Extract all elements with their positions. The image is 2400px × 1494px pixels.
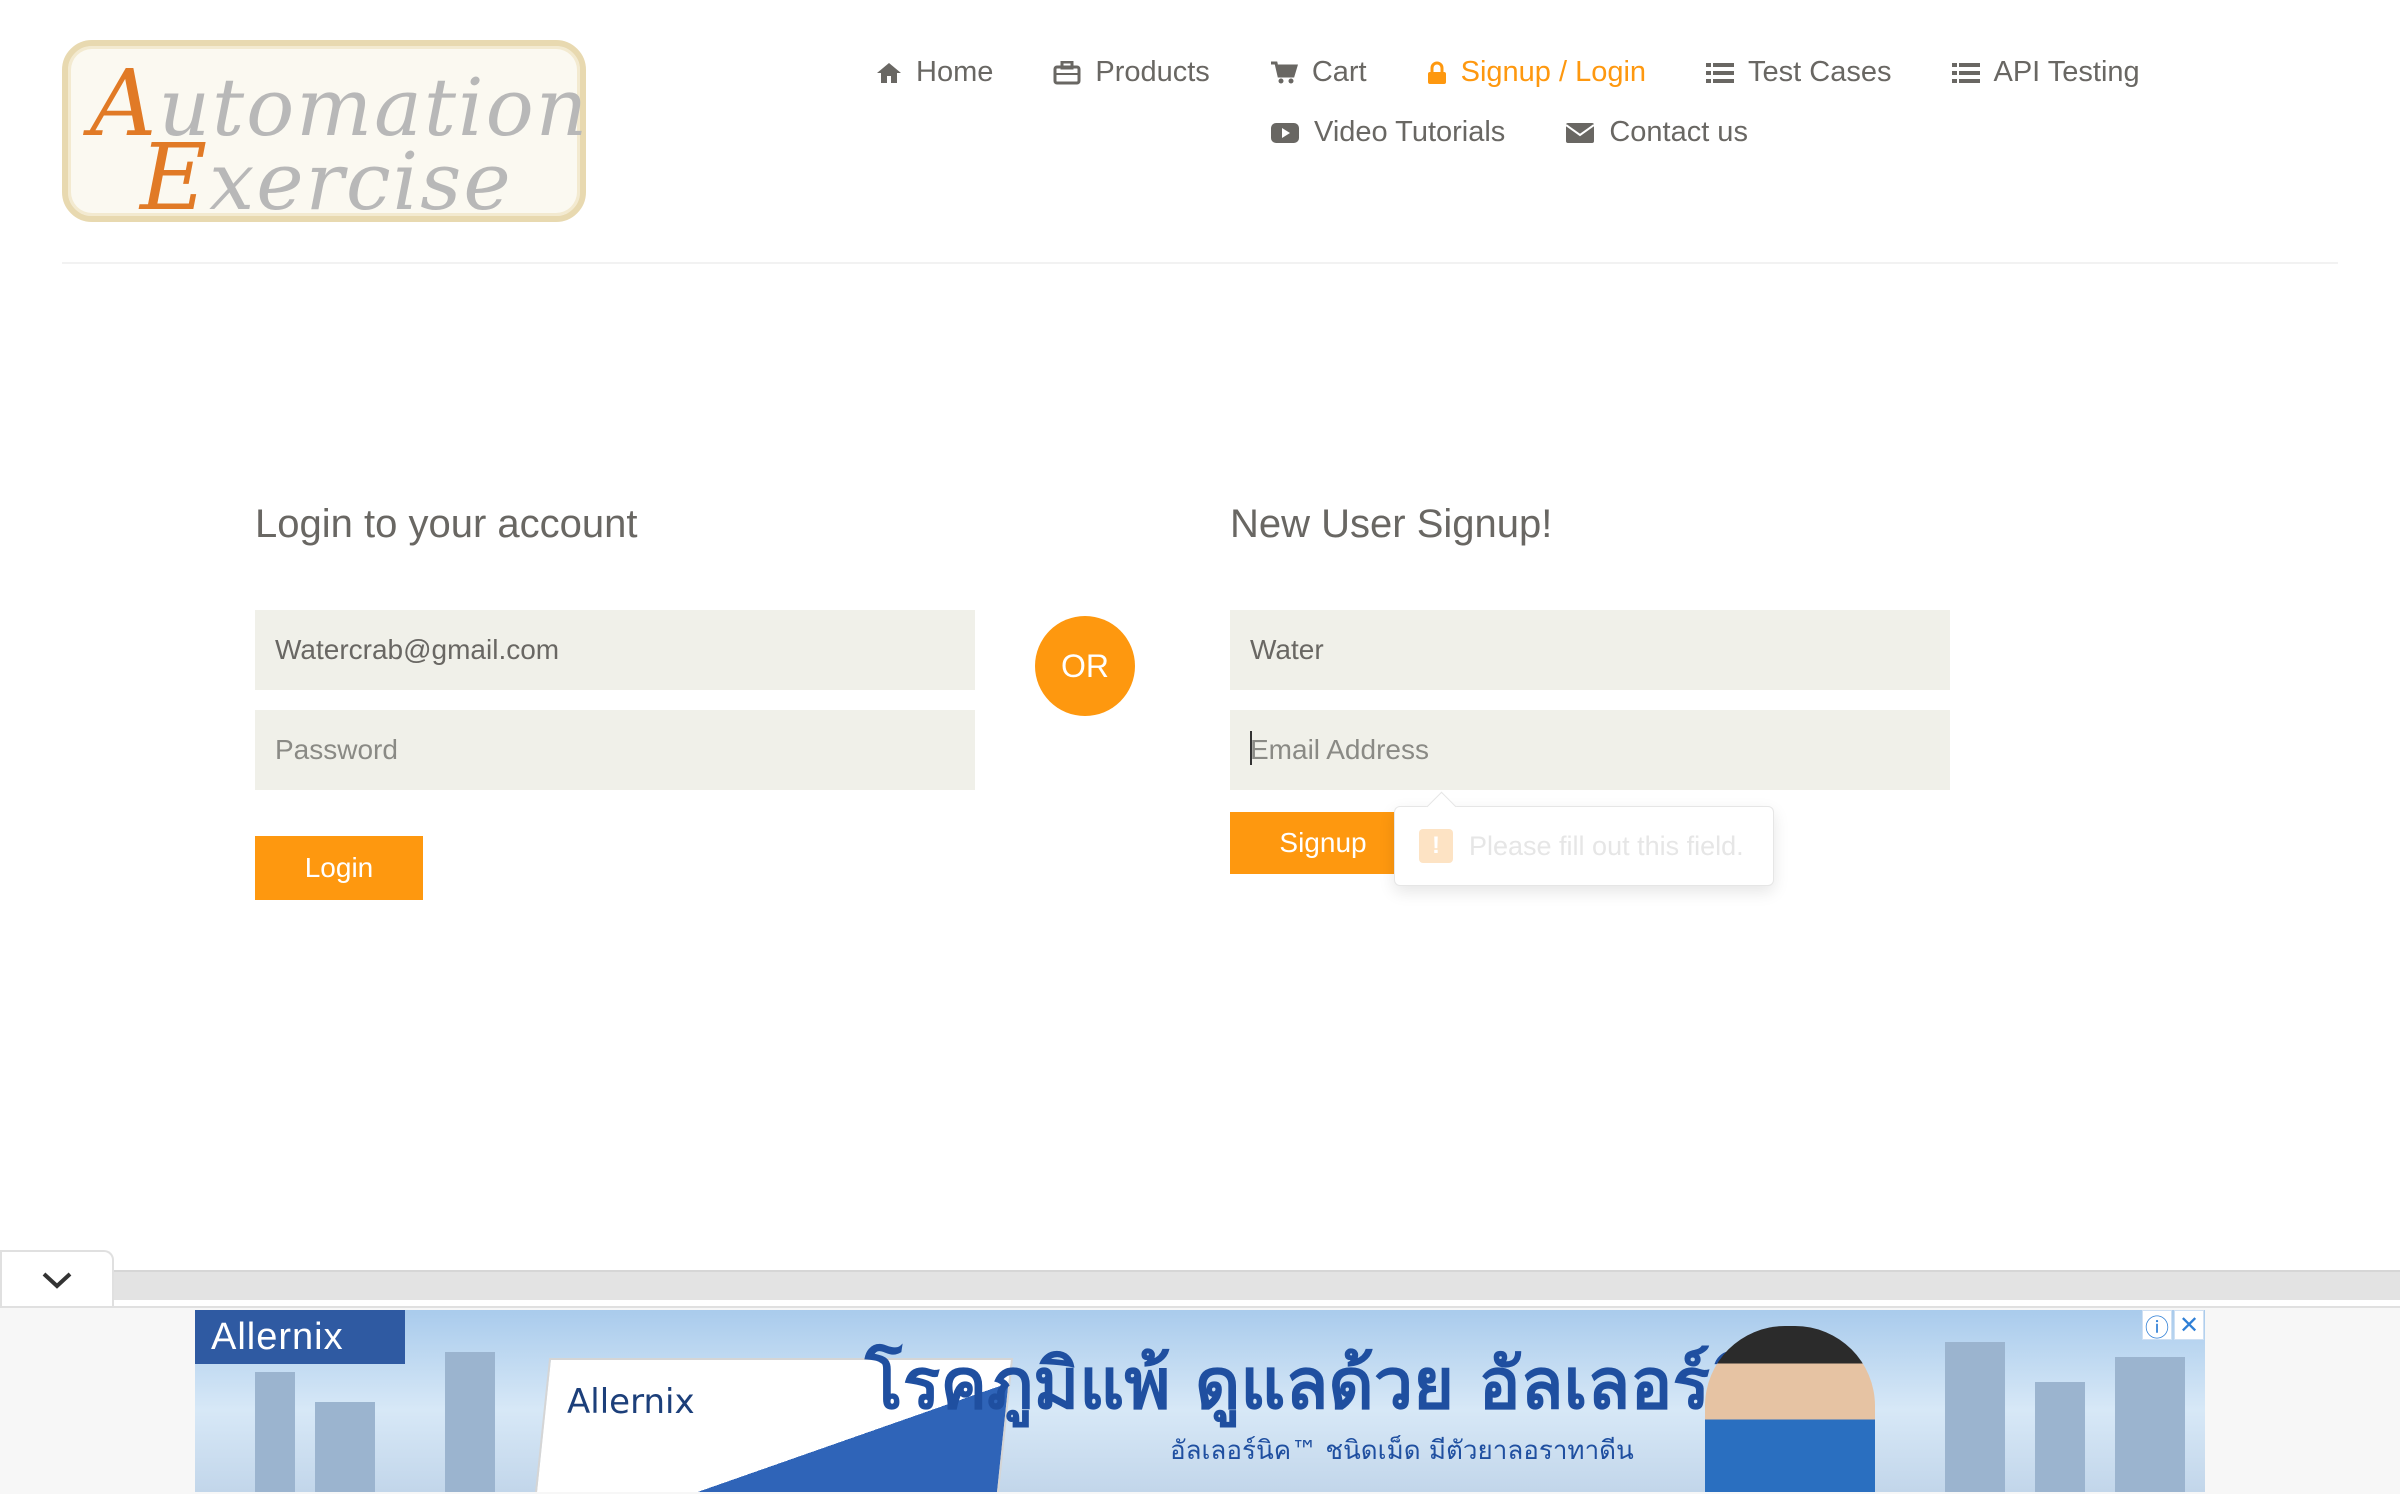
warning-icon: ! [1419, 829, 1453, 863]
ad-brand-label: Allernix [195, 1310, 405, 1364]
nav-products[interactable]: Products [1053, 56, 1210, 89]
nav-cart-label: Cart [1311, 56, 1367, 88]
ad-info-icon[interactable]: ⓘ [2142, 1310, 2172, 1342]
nav-contact-us-label: Contact us [1609, 116, 1748, 148]
validation-message: Please fill out this field. [1469, 830, 1744, 861]
signup-name-input[interactable] [1230, 610, 1950, 690]
ad-controls: ⓘ ✕ [2140, 1310, 2204, 1342]
nav-api-testing[interactable]: API Testing [1951, 56, 2140, 89]
envelope-icon [1565, 122, 1595, 143]
text-cursor [1250, 731, 1252, 765]
login-button[interactable]: Login [255, 836, 423, 900]
ad-product-name: Allernix [567, 1382, 695, 1422]
signup-button[interactable]: Signup [1230, 812, 1416, 874]
header-divider [62, 262, 2338, 264]
nav-row-2: Video Tutorials Contact us [1270, 116, 1808, 149]
login-email-input[interactable] [255, 610, 975, 690]
ad-dock-bar [114, 1270, 2400, 1300]
nav-test-cases[interactable]: Test Cases [1706, 56, 1892, 89]
ad-collapse-toggle[interactable] [0, 1250, 114, 1308]
logo-text-exercise: Exercise [140, 124, 513, 231]
briefcase-icon [1053, 60, 1081, 84]
list-icon [1951, 62, 1980, 83]
nav-signup-login-label: Signup / Login [1460, 56, 1647, 88]
home-icon [877, 62, 901, 83]
nav-products-label: Products [1095, 56, 1210, 88]
nav-cart[interactable]: Cart [1270, 56, 1367, 89]
or-divider-badge: OR [1035, 616, 1135, 716]
nav-test-cases-label: Test Cases [1748, 56, 1892, 88]
cart-icon [1270, 61, 1298, 83]
ad-close-icon[interactable]: ✕ [2174, 1310, 2204, 1340]
nav-row-1: Home Products Cart Signup / Login Test C… [876, 56, 2200, 89]
login-password-input[interactable] [255, 710, 975, 790]
nav-signup-login[interactable]: Signup / Login [1427, 56, 1646, 89]
ad-banner[interactable]: Allernix Allernix โรคภูมิแพ้ ดูแลด้วย อั… [195, 1310, 2205, 1492]
signup-email-input[interactable] [1230, 710, 1950, 790]
login-title: Login to your account [255, 502, 638, 546]
nav-video-tutorials-label: Video Tutorials [1314, 116, 1506, 148]
nav-api-testing-label: API Testing [1993, 56, 2140, 88]
youtube-play-icon [1271, 122, 1299, 143]
lock-icon [1427, 61, 1446, 84]
list-icon [1706, 62, 1735, 83]
nav-contact-us[interactable]: Contact us [1565, 116, 1748, 149]
validation-tooltip: ! Please fill out this field. [1394, 806, 1774, 886]
site-logo[interactable]: Automation Exercise [62, 40, 587, 231]
ad-headline: โรคภูมิแพ้ ดูแลด้วย อัลเลอร์นิค [865, 1343, 1805, 1425]
nav-home-label: Home [916, 56, 994, 88]
signup-title: New User Signup! [1230, 502, 1553, 546]
chevron-down-icon [42, 1272, 72, 1289]
nav-video-tutorials[interactable]: Video Tutorials [1270, 116, 1505, 149]
ad-spokesperson-image [1705, 1326, 1875, 1492]
nav-home[interactable]: Home [876, 56, 993, 89]
ad-subline: อัลเลอร์นิค™ ชนิดเม็ด มีตัวยาลอราทาดีน [1170, 1436, 1634, 1466]
